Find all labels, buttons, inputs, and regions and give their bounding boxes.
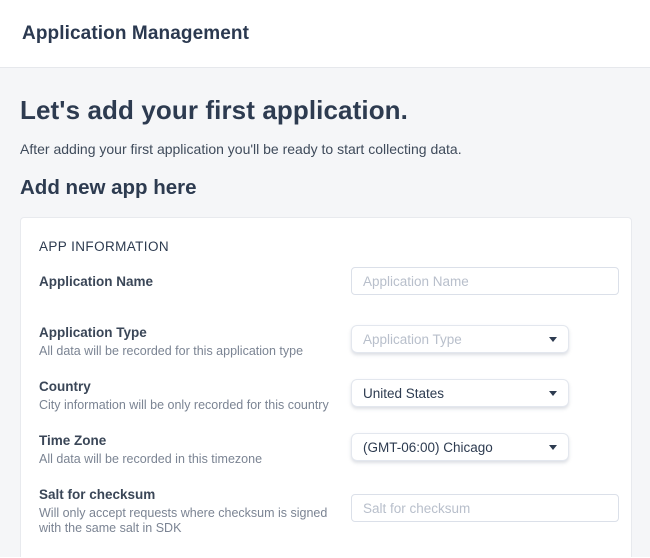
salt-for-checksum-label: Salt for checksum	[39, 487, 337, 502]
time-zone-label: Time Zone	[39, 433, 337, 448]
page-body: Let's add your first application. After …	[0, 68, 650, 557]
field-row-application-type: Application Type All data will be record…	[39, 325, 613, 359]
country-label: Country	[39, 379, 337, 394]
country-description: City information will be only recorded f…	[39, 398, 337, 413]
page-header: Application Management	[0, 0, 650, 68]
chevron-down-icon	[549, 391, 557, 396]
salt-for-checksum-description: Will only accept requests where checksum…	[39, 506, 337, 536]
add-new-app-heading: Add new app here	[20, 176, 630, 200]
field-row-country: Country City information will be only re…	[39, 379, 613, 413]
intro-subheading: After adding your first application you'…	[20, 141, 630, 157]
application-name-label: Application Name	[39, 274, 337, 289]
chevron-down-icon	[549, 337, 557, 342]
country-select-value: United States	[363, 386, 444, 401]
application-type-label: Application Type	[39, 325, 337, 340]
chevron-down-icon	[549, 445, 557, 450]
application-type-select-value: Application Type	[363, 332, 462, 347]
intro-heading: Let's add your first application.	[20, 68, 630, 126]
field-row-salt-for-checksum: Salt for checksum Will only accept reque…	[39, 487, 613, 536]
field-row-time-zone: Time Zone All data will be recorded in t…	[39, 433, 613, 467]
time-zone-select-value: (GMT-06:00) Chicago	[363, 440, 493, 455]
application-type-select[interactable]: Application Type	[351, 325, 569, 353]
time-zone-description: All data will be recorded in this timezo…	[39, 452, 337, 467]
field-row-application-name: Application Name	[39, 267, 613, 295]
country-select[interactable]: United States	[351, 379, 569, 407]
salt-for-checksum-input[interactable]	[351, 494, 619, 522]
app-form-card: APP INFORMATION Application Name Applica…	[20, 217, 632, 557]
section-title-app-information: APP INFORMATION	[39, 239, 613, 254]
time-zone-select[interactable]: (GMT-06:00) Chicago	[351, 433, 569, 461]
application-name-input[interactable]	[351, 267, 619, 295]
application-type-description: All data will be recorded for this appli…	[39, 344, 337, 359]
page-title: Application Management	[22, 23, 249, 45]
